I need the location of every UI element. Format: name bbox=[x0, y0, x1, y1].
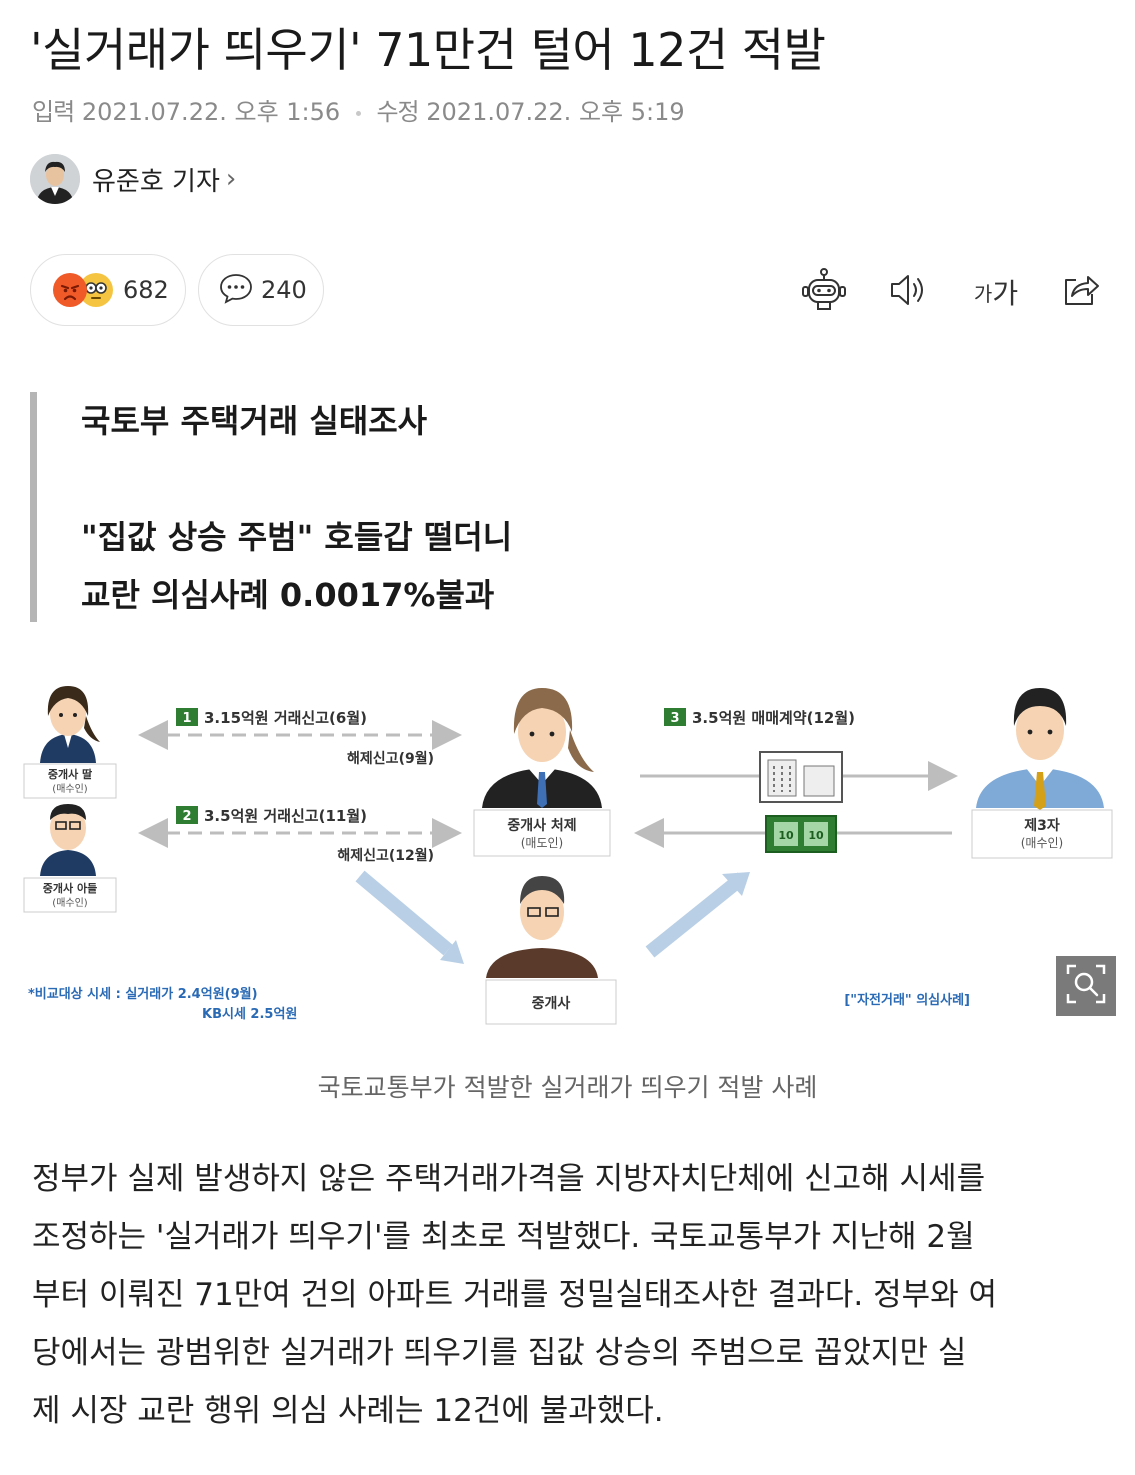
share-button[interactable] bbox=[1056, 268, 1104, 316]
zoom-icon bbox=[1064, 962, 1108, 1010]
relation-arrow-left bbox=[355, 870, 453, 956]
third-party-label: 제3자 bbox=[1024, 818, 1060, 834]
relation-arrow-right bbox=[645, 872, 747, 958]
step2-cancel: 해제신고(12월) bbox=[337, 847, 434, 864]
zoom-image-button[interactable] bbox=[1056, 956, 1116, 1016]
broker-daughter-figure bbox=[23, 686, 117, 799]
edit-label: 수정 bbox=[376, 98, 419, 126]
step3-label: 3.5억원 매매계약(12월) bbox=[692, 709, 855, 727]
read-aloud-button[interactable] bbox=[884, 268, 932, 316]
broker-sister-label: 중개사 처제 bbox=[507, 818, 576, 834]
summary-line: 교란 의심사례 0.0017%불과 bbox=[81, 576, 495, 614]
step1-label: 3.15억원 거래신고(6월) bbox=[204, 709, 367, 727]
compare-line-2: KB시세 2.5억원 bbox=[202, 1007, 297, 1022]
reaction-count: 682 bbox=[123, 276, 169, 304]
article-body: 정부가 실제 발생하지 않은 주택거래가격을 지방자치단체에 신고해 시세를 조… bbox=[32, 1150, 1112, 1440]
broker-label: 중개사 bbox=[532, 996, 571, 1012]
comment-count: 240 bbox=[261, 276, 307, 304]
body-line: 부터 이뤄진 71만여 건의 아파트 거래를 정밀실태조사한 결과다. 정부와 … bbox=[32, 1277, 998, 1313]
share-icon bbox=[1058, 268, 1102, 316]
step1-cancel: 해제신고(9월) bbox=[347, 750, 434, 767]
money-label: 10 bbox=[808, 829, 824, 842]
robot-icon bbox=[801, 267, 847, 317]
summary-bot-button[interactable] bbox=[800, 268, 848, 316]
input-label: 입력 bbox=[32, 98, 75, 126]
broker-son-label: 중개사 아들 bbox=[43, 881, 97, 895]
speaker-icon bbox=[886, 268, 930, 316]
body-line: 정부가 실제 발생하지 않은 주택거래가격을 지방자치단체에 신고해 시세를 bbox=[32, 1161, 986, 1197]
dateline: 입력 2021.07.22. 오후 1:56 수정 2021.07.22. 오후… bbox=[32, 92, 685, 127]
author-name: 유준호 기자 bbox=[92, 166, 220, 197]
third-party-role: (매수인) bbox=[1021, 836, 1063, 850]
body-line: 당에서는 광범위한 실거래가 띄우기를 집값 상승의 주범으로 꼽았지만 실 bbox=[32, 1335, 967, 1371]
comment-icon bbox=[219, 271, 253, 309]
broker-son-role: (매수인) bbox=[52, 897, 88, 909]
step3-num: 3 bbox=[670, 711, 679, 726]
summary-line: "집값 상승 주범" 호들갑 떨더니 bbox=[81, 518, 513, 556]
building-icon bbox=[759, 751, 843, 803]
article-summary: 국토부 주택거래 실태조사 "집값 상승 주범" 호들갑 떨더니 교란 의심사례… bbox=[30, 392, 730, 622]
article-title: '실거래가 띄우기' 71만건 털어 12건 적발 bbox=[30, 23, 826, 77]
edit-datetime: 2021.07.22. 오후 5:19 bbox=[426, 98, 685, 126]
body-line: 조정하는 '실거래가 띄우기'를 최초로 적발했다. 국토교통부가 지난해 2월 bbox=[32, 1219, 975, 1255]
step1-num: 1 bbox=[182, 711, 191, 726]
step2-num: 2 bbox=[182, 809, 191, 824]
chevron-right-icon: › bbox=[225, 164, 237, 194]
broker-daughter-label: 중개사 딸 bbox=[48, 767, 92, 781]
font-large-label: 가 bbox=[992, 277, 1019, 310]
comment-button[interactable]: 240 bbox=[198, 254, 324, 326]
broker-son-figure bbox=[23, 804, 117, 913]
compare-line-1: *비교대상 시세 : 실거래가 2.4억원(9월) bbox=[28, 986, 258, 1002]
body-line: 제 시장 교란 행위 의심 사례는 12건에 불과했다. bbox=[32, 1393, 664, 1429]
money-label: 10 bbox=[778, 829, 794, 842]
separator-dot bbox=[355, 110, 361, 116]
author-link[interactable]: 유준호 기자 › bbox=[30, 152, 236, 206]
money-icon bbox=[765, 815, 837, 853]
font-small-label: 가 bbox=[973, 281, 993, 306]
suspect-case-label: ["자전거래" 의심사례] bbox=[844, 992, 970, 1008]
broker-sister-role: (매도인) bbox=[521, 836, 563, 850]
author-avatar bbox=[30, 154, 80, 204]
image-caption: 국토교통부가 적발한 실거래가 띄우기 적발 사례 bbox=[317, 1073, 818, 1102]
reaction-button[interactable]: 682 bbox=[30, 254, 186, 326]
step2-label: 3.5억원 거래신고(11월) bbox=[204, 807, 367, 825]
angry-emoji-icon bbox=[53, 273, 87, 307]
infographic-image[interactable]: 중개사 딸 (매수인) 중개사 아들 (매수인) 1 3.15억원 거래신고(6… bbox=[20, 668, 1115, 1038]
font-size-button[interactable]: 가가 bbox=[968, 268, 1024, 316]
broker-daughter-role: (매수인) bbox=[52, 783, 88, 795]
input-datetime: 2021.07.22. 오후 1:56 bbox=[81, 98, 341, 126]
summary-line: 국토부 주택거래 실태조사 bbox=[81, 402, 428, 440]
